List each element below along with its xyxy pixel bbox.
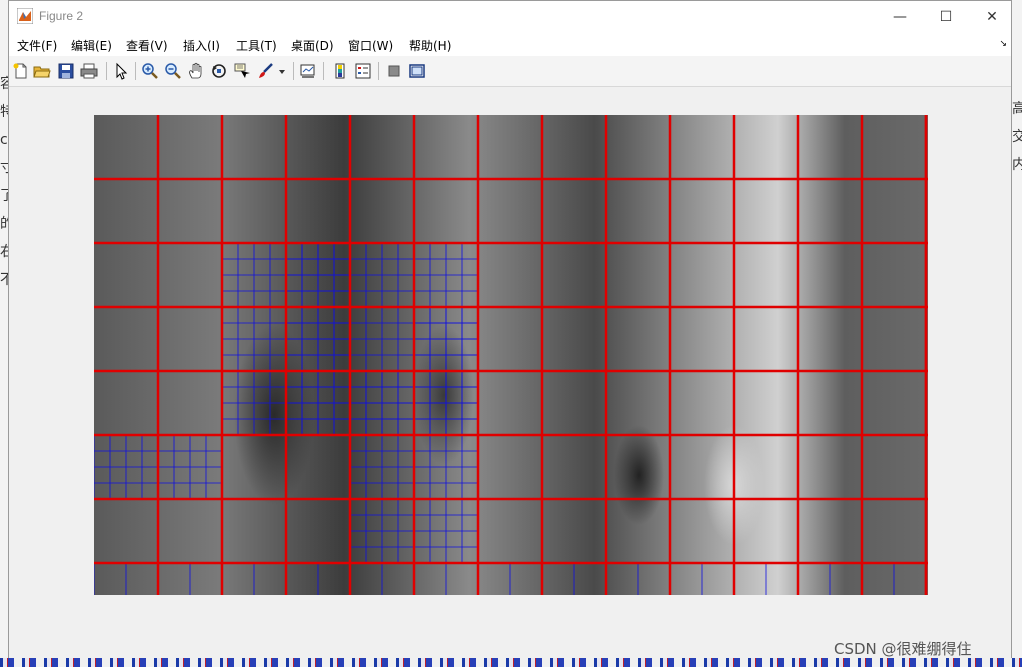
print-icon[interactable] (80, 62, 98, 80)
rotate-3d-icon[interactable] (210, 62, 228, 80)
figure-canvas[interactable] (9, 87, 1011, 658)
zoom-out-icon[interactable] (164, 62, 182, 80)
brush-icon[interactable] (257, 62, 275, 80)
brush-dropdown-icon[interactable] (277, 62, 287, 80)
save-icon[interactable] (57, 62, 75, 80)
toolbar-separator (378, 62, 379, 80)
toolbar-separator (106, 62, 107, 80)
menu-file[interactable]: 文件(F) (17, 37, 57, 54)
toolbar-separator (135, 62, 136, 80)
maximize-button[interactable]: ☐ (923, 1, 969, 32)
menu-tools[interactable]: 工具(T) (236, 37, 277, 54)
insert-colorbar-icon[interactable] (331, 62, 349, 80)
show-plot-tools-icon[interactable] (408, 62, 426, 80)
insert-legend-icon[interactable] (354, 62, 372, 80)
menu-view[interactable]: 查看(V) (126, 37, 168, 54)
grid-overlay (94, 115, 928, 595)
minimize-button[interactable]: — (877, 1, 923, 32)
edit-plot-arrow-icon[interactable] (112, 62, 130, 80)
pan-hand-icon[interactable] (187, 62, 205, 80)
background-text-right: 高 交 内 (1012, 101, 1022, 173)
title-bar[interactable]: Figure 2 — ☐ ✕ (9, 1, 1011, 32)
menu-window[interactable]: 窗口(W) (348, 37, 393, 54)
open-file-icon[interactable] (33, 62, 51, 80)
hide-plot-tools-icon[interactable] (385, 62, 403, 80)
link-plot-icon[interactable] (299, 62, 317, 80)
menu-bar: 文件(F) 编辑(E) 查看(V) 插入(I) 工具(T) 桌面(D) 窗口(W… (9, 32, 1011, 56)
close-button[interactable]: ✕ (969, 1, 1015, 32)
matlab-logo-icon (17, 8, 33, 24)
menu-insert[interactable]: 插入(I) (183, 37, 220, 54)
data-cursor-icon[interactable] (233, 62, 251, 80)
toolbar-separator (293, 62, 294, 80)
toolbar-separator (323, 62, 324, 80)
csdn-watermark: CSDN @很难绷得住 (834, 640, 972, 658)
grid-overlay-image[interactable] (94, 115, 928, 595)
zoom-in-icon[interactable] (141, 62, 159, 80)
menu-help[interactable]: 帮助(H) (409, 37, 451, 54)
window-title: Figure 2 (39, 9, 84, 23)
menu-edit[interactable]: 编辑(E) (71, 37, 112, 54)
background-taskbar-fragment (0, 658, 1022, 667)
figure-window: Figure 2 — ☐ ✕ 文件(F) 编辑(E) 查看(V) 插入(I) 工… (8, 0, 1012, 658)
new-figure-icon[interactable] (12, 62, 30, 80)
menubar-overflow-icon[interactable]: ↘ (999, 39, 1007, 49)
menu-desktop[interactable]: 桌面(D) (291, 37, 334, 54)
figure-toolbar (9, 56, 1011, 87)
